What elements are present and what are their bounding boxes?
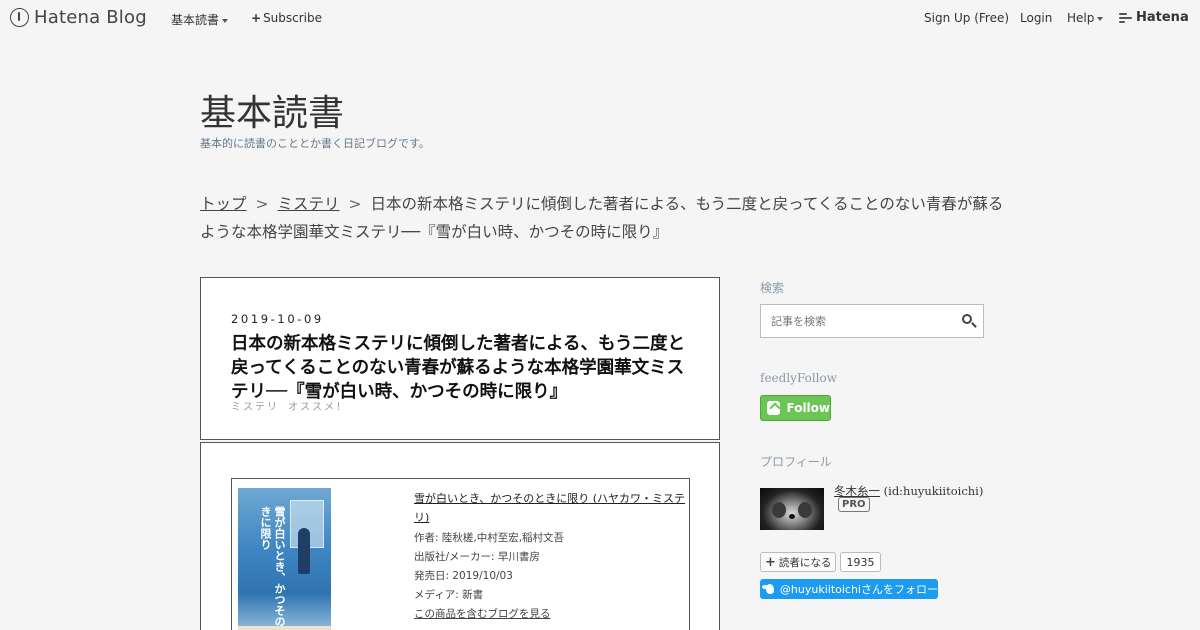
hatena-brand-link[interactable]: Hatena: [1119, 10, 1189, 25]
avatar-nose: [789, 514, 795, 519]
hatena-brand-label: Hatena: [1136, 10, 1189, 25]
subscribe-label: Subscribe: [263, 11, 323, 25]
avatar-ear-right: [798, 502, 812, 518]
avatar[interactable]: [760, 488, 824, 530]
blog-description: 基本的に読書のこととか書く日記ブログです。: [200, 137, 430, 150]
avatar-ear-left: [772, 502, 786, 518]
breadcrumb-top-link[interactable]: トップ: [200, 195, 247, 213]
cover-figure-shape: [298, 528, 310, 574]
feedly-follow-label: Follow: [786, 401, 830, 415]
product-blogs-link[interactable]: この商品を含むブログを見る: [414, 605, 686, 624]
pro-badge: PRO: [838, 497, 870, 512]
search-heading: 検索: [760, 281, 785, 295]
subscriber-count[interactable]: 1935: [840, 552, 881, 572]
product-release-date: 発売日: 2019/10/03: [414, 570, 513, 582]
twitter-bird-icon: [762, 584, 774, 594]
breadcrumb-separator: >: [255, 195, 269, 213]
dokusho-menu[interactable]: 基本読書: [171, 11, 229, 28]
hatena-blog-logo-text: Hatena Blog: [34, 7, 147, 28]
breadcrumb-category-link[interactable]: ミステリ: [278, 195, 340, 213]
subscribe-button-label: 読者になる: [778, 556, 832, 569]
hatena-brand-icon: [1119, 12, 1132, 23]
product-title-link[interactable]: 雪が白いとき、かつそのときに限り (ハヤカワ・ミステリ): [414, 489, 686, 527]
feedly-heading: feedlyFollow: [760, 371, 838, 385]
product-info: 雪が白いとき、かつそのときに限り (ハヤカワ・ミステリ) 作者: 陸秋槎,中村至…: [414, 489, 686, 624]
blog-title[interactable]: 基本読書: [200, 84, 344, 136]
breadcrumb: トップ > ミステリ > 日本の新本格ミステリに傾倒した著者による、もう二度と戻ってくる…: [200, 190, 1010, 246]
category-link[interactable]: オススメ！: [288, 402, 348, 413]
category-link[interactable]: ミステリ: [231, 402, 279, 413]
article-categories: ミステリ オススメ！: [231, 398, 357, 413]
plus-icon: +: [251, 11, 262, 25]
profile-id: (id:huyukiitoichi): [880, 484, 984, 498]
twitter-follow-label: @huyukiitoichiさんをフォロー: [779, 583, 938, 596]
hatena-blog-logo-icon: [10, 8, 29, 27]
product-author: 作者: 陸秋槎,中村至宏,稲村文吾: [414, 532, 565, 544]
caret-down-icon: [1097, 16, 1104, 21]
article-body: 雪が白いとき、かつそのときに限り 雪が白いとき、かつそのときに限り (ハヤカワ・…: [200, 442, 720, 630]
profile-name-link[interactable]: 冬木糸一: [834, 484, 880, 498]
product-publisher: 出版社/メーカー: 早川書房: [414, 551, 540, 563]
product-box: 雪が白いとき、かつそのときに限り 雪が白いとき、かつそのときに限り (ハヤカワ・…: [231, 478, 690, 630]
caret-down-icon: [222, 18, 229, 23]
breadcrumb-separator: >: [348, 195, 362, 213]
search-input[interactable]: [761, 305, 951, 337]
subscribe-link[interactable]: + Subscribe: [251, 11, 322, 25]
feedly-follow-button[interactable]: Follow: [760, 395, 831, 421]
article-title[interactable]: 日本の新本格ミステリに傾倒した著者による、もう二度と戻ってくることのない青春が蘇…: [231, 332, 691, 404]
subscribe-button[interactable]: + 読者になる: [760, 552, 836, 572]
article-header: 2019-10-09 日本の新本格ミステリに傾倒した著者による、もう二度と戻って…: [200, 277, 720, 440]
dokusho-menu-label: 基本読書: [171, 13, 220, 27]
plus-icon: +: [765, 554, 776, 570]
profile-heading: プロフィール: [760, 455, 832, 469]
search-icon[interactable]: [962, 314, 972, 324]
feedly-icon: [767, 401, 781, 415]
search-box: [760, 304, 984, 338]
book-cover-image[interactable]: 雪が白いとき、かつそのときに限り: [238, 488, 331, 630]
help-label: Help: [1067, 11, 1095, 25]
cover-strip: [238, 626, 331, 630]
global-header: Hatena Blog 基本読書 + Subscribe Sign Up (Fre…: [0, 0, 1200, 36]
signup-link[interactable]: Sign Up (Free): [924, 11, 1009, 25]
login-link[interactable]: Login: [1020, 11, 1052, 25]
hatena-blog-logo[interactable]: Hatena Blog: [10, 7, 147, 28]
twitter-follow-button[interactable]: @huyukiitoichiさんをフォロー: [760, 579, 938, 599]
product-media: メディア: 新書: [414, 589, 484, 601]
article-date[interactable]: 2019-10-09: [231, 312, 324, 326]
cover-title-text: 雪が白いとき、かつそのときに限り: [259, 506, 286, 630]
help-menu[interactable]: Help: [1067, 11, 1104, 25]
